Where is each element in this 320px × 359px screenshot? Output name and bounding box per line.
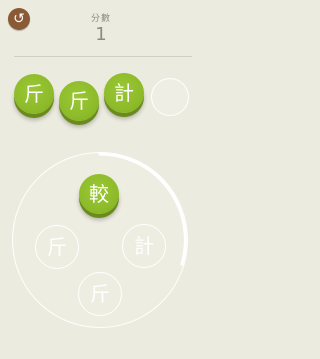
- score-value: 1: [95, 24, 107, 45]
- wheel-choice-bottom[interactable]: 斤: [78, 272, 122, 316]
- answer-slot-2[interactable]: 斤: [59, 81, 99, 121]
- wheel-choice-left[interactable]: 斤: [35, 225, 79, 269]
- answer-slot-1[interactable]: 斤: [14, 74, 54, 114]
- score-label: 分數: [90, 14, 111, 24]
- wheel-choice-right[interactable]: 計: [122, 224, 166, 268]
- answer-slot-4-empty[interactable]: [151, 78, 189, 116]
- answer-slot-3[interactable]: 計: [104, 73, 144, 113]
- header-divider: [14, 56, 192, 57]
- center-tile[interactable]: 較: [79, 174, 119, 214]
